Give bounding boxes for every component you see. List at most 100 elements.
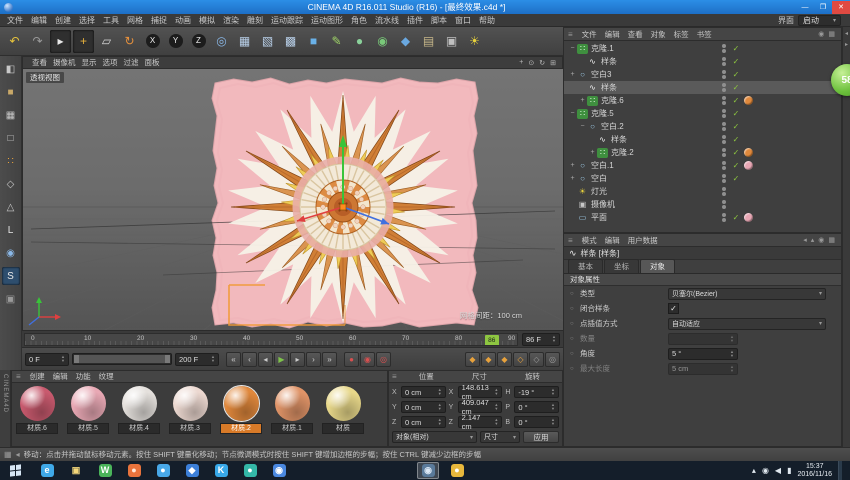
object-row[interactable]: + 空白3 ✓ — [564, 68, 841, 81]
next-frame-button[interactable]: ▸ — [290, 352, 305, 367]
viewport-menu-item[interactable]: 过滤 — [121, 57, 142, 68]
add-mograph-menu[interactable]: ◉ — [372, 30, 393, 53]
visibility-dots[interactable] — [718, 148, 730, 157]
section-header[interactable]: 对象属性 — [564, 274, 841, 286]
stepper-arrows[interactable]: ▲▼ — [551, 388, 555, 396]
menu-item[interactable]: 模拟 — [195, 15, 219, 26]
toggle-view-icon[interactable]: ⊞ — [550, 59, 556, 67]
attribute-tab[interactable]: 坐标 — [604, 259, 639, 273]
attribute-checkbox[interactable]: ✓ — [668, 303, 679, 314]
menu-item[interactable]: 选择 — [75, 15, 99, 26]
material-tag[interactable] — [744, 161, 753, 170]
panel-menu-icon[interactable]: ≡ — [16, 372, 21, 381]
key-rotation-toggle[interactable]: ◆ — [497, 352, 512, 367]
redo-button[interactable]: ↷ — [27, 30, 48, 53]
add-generator-menu[interactable]: ● — [349, 30, 370, 53]
material-item[interactable]: 材质.6 — [16, 386, 58, 434]
polygons-mode[interactable]: △ — [2, 198, 20, 216]
attribute-tab[interactable]: 基本 — [568, 259, 603, 273]
menu-item[interactable]: 创建 — [51, 15, 75, 26]
stepper-arrows[interactable]: ▲▼ — [494, 418, 498, 426]
range-end-field[interactable]: 200 F ▲▼ — [175, 353, 219, 366]
material-menu-item[interactable]: 编辑 — [49, 371, 72, 382]
om-menu-item[interactable]: 查看 — [624, 29, 647, 40]
viewport-menu-item[interactable]: 摄像机 — [50, 57, 79, 68]
keyframe-dot[interactable]: ○ — [570, 306, 576, 312]
coordinate-field[interactable]: 0 °▲▼ — [514, 416, 559, 428]
menu-item[interactable]: 运动图形 — [307, 15, 347, 26]
expander-toggle[interactable]: − — [568, 110, 577, 117]
visibility-dots[interactable] — [718, 109, 730, 118]
object-row[interactable]: 摄像机 — [564, 198, 841, 211]
start-button[interactable] — [0, 461, 30, 480]
menu-item[interactable]: 窗口 — [451, 15, 475, 26]
menu-item[interactable]: 雕刻 — [243, 15, 267, 26]
visibility-dots[interactable] — [718, 200, 730, 209]
attr-menu-item[interactable]: 编辑 — [601, 235, 624, 246]
expander-toggle[interactable]: − — [568, 45, 577, 52]
attribute-field[interactable]: ▲▼ — [668, 333, 738, 345]
material-item[interactable]: 材质 — [322, 386, 364, 434]
visibility-dots[interactable] — [718, 213, 730, 222]
expander-toggle[interactable]: + — [588, 149, 597, 156]
timeline-ruler[interactable]: 0102030405060708090 86 — [24, 333, 518, 346]
taskbar-cinema4d[interactable]: ◉ — [417, 462, 439, 479]
visibility-dots[interactable] — [718, 161, 730, 170]
goto-start-button[interactable]: « — [226, 352, 241, 367]
record-keyframe-button[interactable]: ● — [344, 352, 359, 367]
material-menu-item[interactable]: 功能 — [72, 371, 95, 382]
stepper-arrows[interactable]: ▲▼ — [494, 388, 498, 396]
object-row[interactable]: − 空白.2 ✓ — [564, 120, 841, 133]
attr-menu-item[interactable]: 用户数据 — [624, 235, 662, 246]
goto-end-button[interactable]: » — [322, 352, 337, 367]
object-row[interactable]: − 克隆.1 ✓ — [564, 42, 841, 55]
viewport-menu-item[interactable]: 面板 — [142, 57, 163, 68]
attribute-tab[interactable]: 对象 — [640, 259, 675, 273]
enable-check[interactable]: ✓ — [730, 44, 742, 53]
key-scale-toggle[interactable]: ◆ — [481, 352, 496, 367]
visibility-dots[interactable] — [718, 187, 730, 196]
stepper-arrows[interactable]: ▲▼ — [730, 335, 734, 343]
expander-toggle[interactable]: + — [568, 71, 577, 78]
taskbar-app-orange[interactable]: ● — [123, 462, 145, 479]
move-tool[interactable]: + — [73, 30, 94, 53]
keyframe-dot[interactable]: ○ — [570, 336, 576, 342]
prev-key-button[interactable]: ‹ — [242, 352, 257, 367]
pan-view-icon[interactable]: + — [519, 59, 523, 67]
texture-mode[interactable]: ▦ — [2, 106, 20, 124]
panel-menu-icon[interactable]: ≡ — [392, 372, 397, 381]
stepper-arrows[interactable]: ▲▼ — [61, 355, 65, 363]
menu-item[interactable]: 脚本 — [427, 15, 451, 26]
stepper-arrows[interactable]: ▲▼ — [438, 403, 442, 411]
render-view[interactable]: ▦ — [234, 30, 255, 53]
coordinate-system[interactable]: ◎ — [211, 30, 232, 53]
attr-panel-icon[interactable]: ▦ — [826, 236, 837, 244]
play-button[interactable]: ▶ — [274, 352, 289, 367]
enable-check[interactable]: ✓ — [730, 96, 742, 105]
visibility-dots[interactable] — [718, 44, 730, 53]
rotate-view-icon[interactable]: ↻ — [539, 59, 545, 67]
expander-toggle[interactable]: − — [578, 123, 587, 130]
viewport-filter[interactable]: ◉ — [2, 244, 20, 262]
object-row[interactable]: + 空白.1 ✓ — [564, 159, 841, 172]
enable-axis-mode[interactable]: L — [2, 221, 20, 239]
object-row[interactable]: 平面 ✓ — [564, 211, 841, 224]
enable-check[interactable]: ✓ — [730, 70, 742, 79]
menu-item[interactable]: 捕捉 — [147, 15, 171, 26]
viewport-menu-item[interactable]: 选项 — [100, 57, 121, 68]
object-row[interactable]: 样条 ✓ — [564, 55, 841, 68]
add-cube-menu[interactable]: ■ — [303, 30, 324, 53]
coordinate-field[interactable]: 0 cm▲▼ — [401, 416, 446, 428]
menu-item[interactable]: 角色 — [347, 15, 371, 26]
stepper-arrows[interactable]: ▲▼ — [730, 365, 734, 373]
om-menu-item[interactable]: 标签 — [670, 29, 693, 40]
stepper-arrows[interactable]: ▲▼ — [551, 403, 555, 411]
viewport-menu-item[interactable]: 显示 — [79, 57, 100, 68]
stepper-arrows[interactable]: ▲▼ — [730, 350, 734, 358]
zoom-view-icon[interactable]: ⊙ — [528, 59, 534, 67]
keyframe-dot[interactable]: ○ — [570, 351, 576, 357]
visibility-dots[interactable] — [718, 122, 730, 131]
taskbar-qq[interactable]: ● — [152, 462, 174, 479]
material-item[interactable]: 材质.2 — [220, 386, 262, 434]
tray-network-icon[interactable]: ▮ — [787, 466, 791, 475]
